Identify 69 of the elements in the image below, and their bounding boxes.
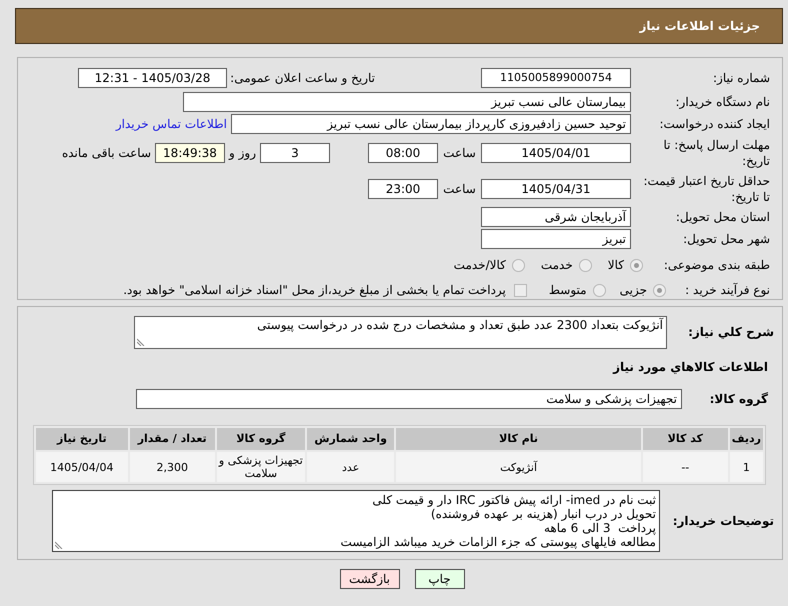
field-label: پرداخت تمام یا بخشی از مبلغ خرید،از محل "اسناد خزانه اسلامی" خواهد بود. <box>123 282 506 298</box>
radio-button[interactable] <box>653 284 666 296</box>
table-cell: تجهیزات پزشکی و سلامت <box>216 452 305 482</box>
validity-time-field[interactable]: 23:00 <box>368 179 438 199</box>
checkbox[interactable] <box>514 284 527 296</box>
field-label: ساعت <box>442 181 477 197</box>
radio-button[interactable] <box>592 284 606 296</box>
creator-field[interactable]: توحید حسین زادفیروزی کارپرداز بیمارستان عالی نسب تبریز <box>231 114 631 134</box>
field-label: تاریخ و ساعت اعلان عمومی: <box>229 70 376 86</box>
field-label: اطلاعات کالاهاي مورد نیاز <box>613 359 768 375</box>
column-header: نام کالا <box>396 428 641 450</box>
field-label: روز و <box>228 145 257 161</box>
field-label: حداقل تاریخ اعتبار قیمت: تا تاریخ: <box>642 173 771 205</box>
field-label: استان محل تحویل: <box>674 209 771 225</box>
page-title: جزئیات اطلاعات نیاز <box>639 18 760 35</box>
field-label: شرح کلي نیاز: <box>688 324 774 340</box>
field-label: توضیحات خریدار: <box>672 513 774 529</box>
description-field[interactable]: آنژیوکت بتعداد 2300 عدد طبق تعداد و مشخصات درج شده در درخواست پیوستی <box>134 316 667 348</box>
field-label: نام دستگاه خریدار: <box>674 94 771 110</box>
notes-line: ثبت نام در imed- ارائه پیش فاکتور IRC دار و قیمت کلی <box>372 493 656 507</box>
goods-group-field[interactable]: تجهیزات پزشکی و سلامت <box>136 389 682 409</box>
notes-line: پرداخت 3 الی 6 ماهه <box>544 521 656 535</box>
field-label: گروه کالا: <box>710 391 768 407</box>
table-cell: 2,300 <box>130 452 215 482</box>
field-label: ایجاد کننده درخواست: <box>658 116 771 132</box>
back-button[interactable]: بازگشت <box>340 569 400 589</box>
column-header: واحد شمارش <box>306 428 394 450</box>
table-cell: 1405/04/04 <box>36 452 128 482</box>
validity-date-field[interactable]: 1405/04/31 <box>481 179 631 199</box>
print-button[interactable]: چاپ <box>414 569 464 589</box>
field-label: شماره نیاز: <box>712 70 771 86</box>
column-header: گروه کالا <box>216 428 305 450</box>
notes-line: تحویل در درب انبار (هزینه بر عهده فروشنده) <box>430 507 656 521</box>
province-field[interactable]: آذربایجان شرقی <box>481 207 631 227</box>
radio-button[interactable] <box>630 258 643 272</box>
days-field[interactable]: 3 <box>260 143 330 163</box>
table-cell: -- <box>642 452 728 482</box>
contact-link[interactable]: اطلاعات تماس خریدار <box>116 115 227 133</box>
table-cell: آنژیوکت <box>396 452 641 482</box>
field-label: ساعت باقی مانده <box>62 145 151 161</box>
column-header: کد کالا <box>642 428 728 450</box>
notes-line: مطالعه فایلهای پیوستی که جزء الزامات خرید میباشد الزامیست <box>340 535 656 549</box>
field-label: مهلت ارسال پاسخ: تا تاریخ: <box>662 137 771 169</box>
field-label: شهر محل تحویل: <box>682 231 771 247</box>
field-label: کالا <box>608 257 624 273</box>
buyer-field[interactable]: بیمارستان عالی نسب تبریز <box>183 92 631 112</box>
deadline-date-field[interactable]: 1405/04/01 <box>481 143 631 163</box>
deadline-time-field[interactable]: 08:00 <box>368 143 438 163</box>
column-header: تاریخ نیاز <box>36 428 128 450</box>
field-label: نوع فرآیند خرید : <box>684 282 771 298</box>
need-number-field[interactable]: 1105005899000754 <box>481 68 631 88</box>
radio-button[interactable] <box>578 258 592 272</box>
radio-button[interactable] <box>512 258 525 272</box>
field-label: ساعت <box>442 145 477 161</box>
column-header: ردیف <box>730 428 763 450</box>
field-label: کالا/خدمت <box>454 257 506 273</box>
field-label: متوسط <box>548 282 587 298</box>
announce-date-field[interactable]: 1405/03/28 - 12:31 <box>78 68 227 88</box>
table-cell: عدد <box>306 452 394 482</box>
city-field[interactable]: تبریز <box>481 229 631 249</box>
remaining-time-field[interactable]: 18:49:38 <box>155 143 225 163</box>
field-label: خدمت <box>540 257 573 273</box>
field-label: جزیی <box>620 282 647 298</box>
field-label: طبقه بندی موضوعی: <box>662 257 771 273</box>
resize-grip-icon[interactable] <box>55 541 63 549</box>
table-cell: 1 <box>730 452 763 482</box>
column-header: تعداد / مقدار <box>130 428 215 450</box>
resize-grip-icon[interactable] <box>137 338 145 346</box>
notes-field[interactable]: ثبت نام در imed- ارائه پیش فاکتور IRC دار و قیمت کلی تحویل در درب انبار (هزینه بر عهده فروشنده) پرداخت 3 الی 6 ماهه مطالعه فایلهای پیوستی که جزء الزامات خرید میباشد الزامیست <box>52 490 660 552</box>
